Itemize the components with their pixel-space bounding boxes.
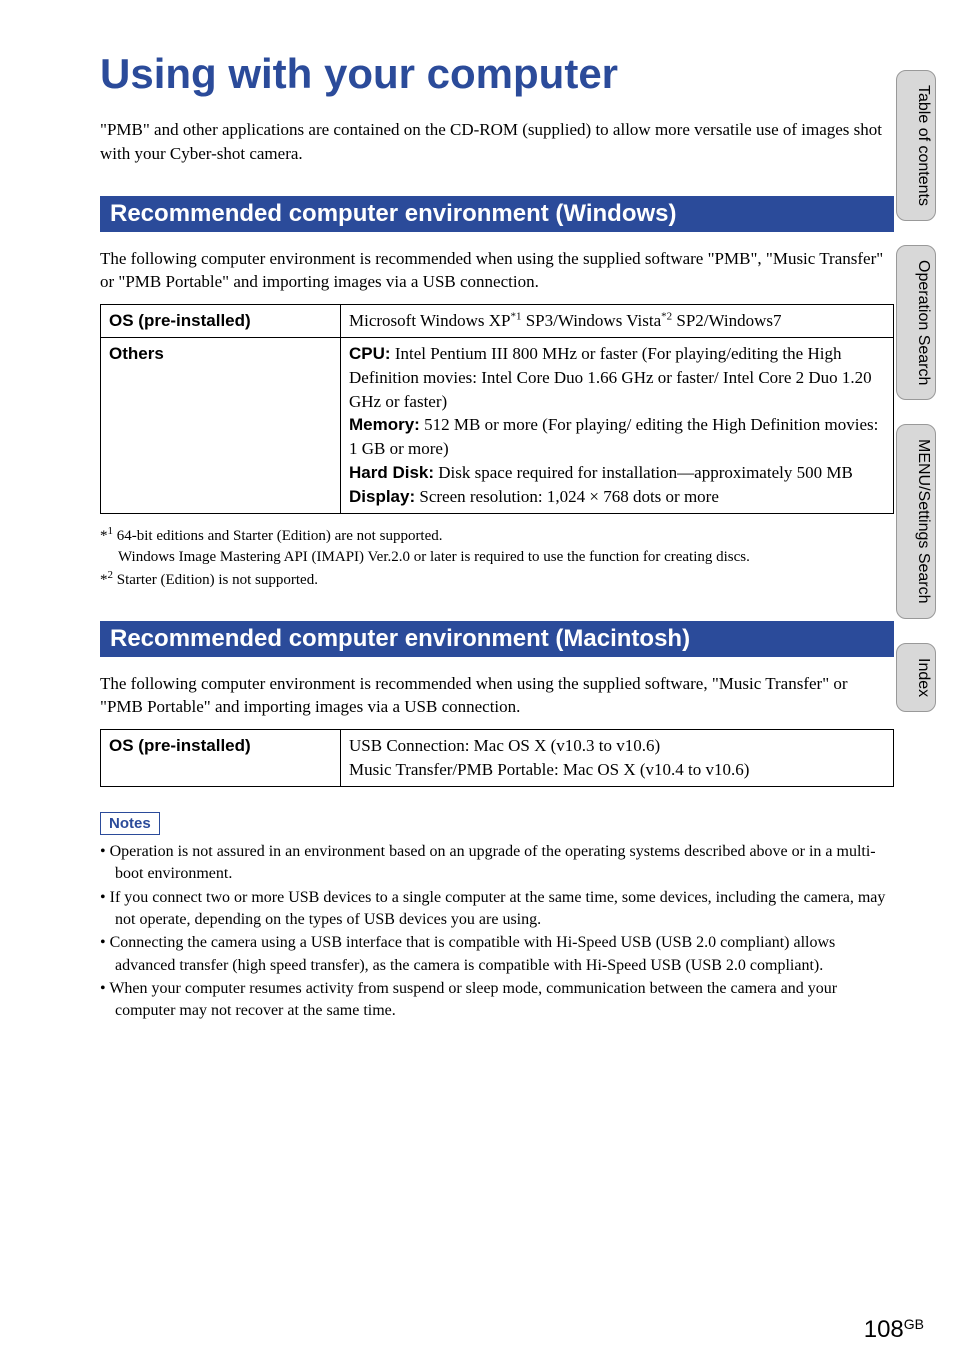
os-text-post: SP2/Windows7 <box>672 311 781 330</box>
notes-list: Operation is not assured in an environme… <box>100 841 894 1023</box>
section-heading-windows: Recommended computer environment (Window… <box>100 196 894 232</box>
footnote-1-line2: Windows Image Mastering API (IMAPI) Ver.… <box>100 547 894 568</box>
page-title: Using with your computer <box>100 50 894 98</box>
intro-paragraph: "PMB" and other applications are contain… <box>100 118 894 166</box>
others-row-label: Others <box>101 337 341 513</box>
others-row-value: CPU: Intel Pentium III 800 MHz or faster… <box>341 337 894 513</box>
mac-music-line: Music Transfer/PMB Portable: Mac OS X (v… <box>349 760 749 779</box>
page-number: 108GB <box>864 1316 924 1344</box>
note-item-0: Operation is not assured in an environme… <box>100 841 894 886</box>
section-intro-windows: The following computer environment is re… <box>100 247 894 295</box>
footnote-ref-2: *2 <box>661 311 672 323</box>
tab-menu-settings-search[interactable]: MENU/Settings Search <box>896 424 936 619</box>
note-item-2: Connecting the camera using a USB interf… <box>100 932 894 977</box>
foot2-star: * <box>100 572 108 588</box>
mac-os-row-label: OS (pre-installed) <box>101 730 341 787</box>
os-row-label: OS (pre-installed) <box>101 305 341 338</box>
os-row-value: Microsoft Windows XP*1 SP3/Windows Vista… <box>341 305 894 338</box>
foot2-text: Starter (Edition) is not supported. <box>113 572 318 588</box>
footnote-2: *2 Starter (Edition) is not supported. <box>100 568 894 591</box>
notes-heading: Notes <box>100 812 160 835</box>
foot1-text: 64-bit editions and Starter (Edition) ar… <box>113 528 443 544</box>
windows-requirements-table: OS (pre-installed) Microsoft Windows XP*… <box>100 304 894 513</box>
display-label: Display: <box>349 487 415 506</box>
foot1-star: * <box>100 528 108 544</box>
os-text-pre: Microsoft Windows XP <box>349 311 510 330</box>
tab-index[interactable]: Index <box>896 643 936 712</box>
os-text-mid: SP3/Windows Vista <box>521 311 661 330</box>
note-item-3: When your computer resumes activity from… <box>100 978 894 1023</box>
mac-usb-line: USB Connection: Mac OS X (v10.3 to v10.6… <box>349 736 660 755</box>
section-heading-mac: Recommended computer environment (Macint… <box>100 621 894 657</box>
tab-operation-search[interactable]: Operation Search <box>896 245 936 400</box>
section-intro-mac: The following computer environment is re… <box>100 672 894 720</box>
memory-label: Memory: <box>349 415 420 434</box>
side-navigation-tabs: Table of contents Operation Search MENU/… <box>896 70 936 712</box>
tab-table-of-contents[interactable]: Table of contents <box>896 70 936 221</box>
footnote-ref-1: *1 <box>510 311 521 323</box>
harddisk-label: Hard Disk: <box>349 463 434 482</box>
harddisk-text: Disk space required for installation—app… <box>434 463 853 482</box>
note-item-1: If you connect two or more USB devices t… <box>100 887 894 932</box>
cpu-text: Intel Pentium III 800 MHz or faster (For… <box>349 344 872 411</box>
mac-requirements-table: OS (pre-installed) USB Connection: Mac O… <box>100 729 894 787</box>
mac-os-row-value: USB Connection: Mac OS X (v10.3 to v10.6… <box>341 730 894 787</box>
page-num-value: 108 <box>864 1316 904 1343</box>
page-lang: GB <box>904 1316 924 1332</box>
footnote-1: *1 64-bit editions and Starter (Edition)… <box>100 524 894 547</box>
memory-text: 512 MB or more (For playing/ editing the… <box>349 415 878 458</box>
windows-footnotes: *1 64-bit editions and Starter (Edition)… <box>100 524 894 591</box>
display-text: Screen resolution: 1,024 × 768 dots or m… <box>415 487 719 506</box>
cpu-label: CPU: <box>349 344 391 363</box>
